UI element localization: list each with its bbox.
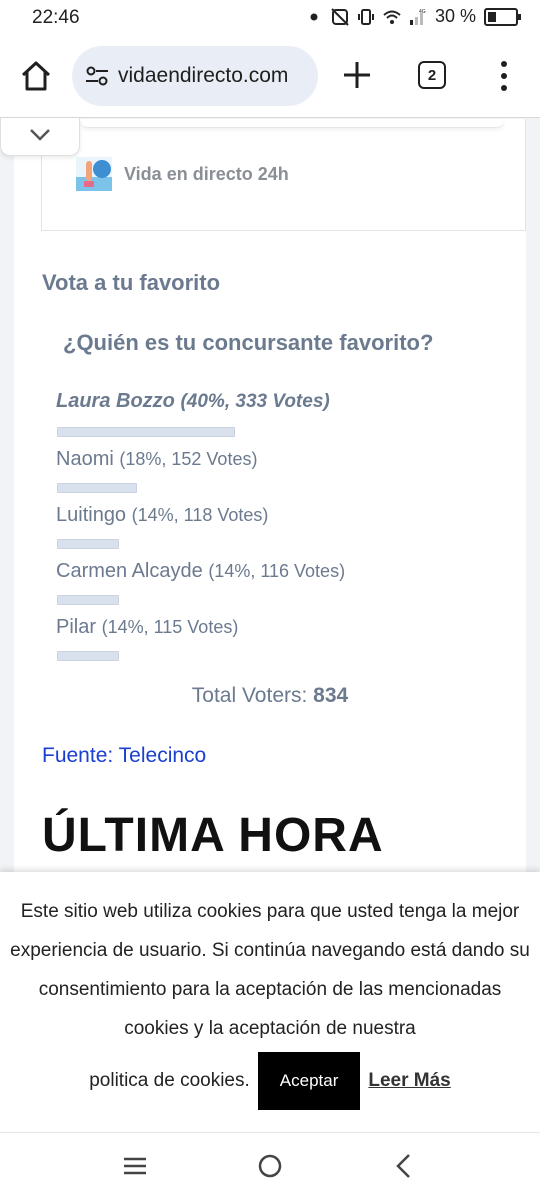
option-votes: (14%, 118 Votes) [131, 505, 269, 525]
option-bar [57, 483, 137, 493]
address-bar[interactable]: vidaendirecto.com [72, 46, 318, 106]
signal-icon: 4G [409, 9, 426, 25]
breaking-news-title: ÚLTIMA HORA [42, 809, 384, 862]
option-votes: (18%, 152 Votes) [119, 449, 258, 469]
cookie-banner: Este sitio web utiliza cookies para que … [0, 872, 540, 1132]
cookie-policy-text: politica de cookies. [89, 1070, 250, 1091]
battery-percent: 30 % [434, 6, 476, 26]
poll-total: Total Voters: 834 [0, 684, 540, 708]
option-bar [57, 651, 119, 661]
poll-question: ¿Quién es tu concursante favorito? [63, 330, 434, 355]
total-value: 834 [313, 684, 349, 707]
cookie-actions: politica de cookies. Aceptar Leer Más [0, 1052, 540, 1110]
option-name: Pilar [56, 616, 97, 638]
new-tab-icon[interactable] [340, 58, 374, 92]
option-name: Carmen Alcayde [56, 560, 203, 582]
system-nav-bar [0, 1132, 540, 1200]
collapse-tab[interactable] [0, 118, 80, 156]
overflow-menu-icon[interactable] [496, 58, 512, 94]
poll-option: Pilar (14%, 115 Votes) [56, 616, 238, 639]
recent-apps-icon[interactable] [122, 1153, 148, 1179]
battery-fill [488, 11, 496, 22]
poll-heading: Vota a tu favorito [42, 270, 221, 295]
status-icons: 4G 30 % [305, 6, 521, 27]
option-votes: (14%, 116 Votes) [208, 561, 346, 581]
chevron-down-icon [30, 129, 50, 141]
home-icon[interactable] [18, 58, 54, 94]
status-bar: 22:46 4G 30 % [0, 0, 540, 36]
site-entry[interactable]: Vida en directo 24h [76, 157, 289, 191]
vibrate-icon [357, 8, 374, 25]
source-link[interactable]: Fuente: Telecinco [42, 744, 206, 768]
accept-cookies-button[interactable]: Aceptar [257, 1052, 361, 1110]
option-bar [57, 427, 235, 437]
site-name: Vida en directo 24h [124, 163, 289, 184]
option-name: Luitingo [56, 504, 127, 526]
home-nav-icon[interactable] [257, 1153, 283, 1179]
poll-option: Laura Bozzo (40%, 333 Votes) [56, 390, 330, 413]
option-votes: (14%, 115 Votes) [101, 617, 239, 637]
poll-option: Carmen Alcayde (14%, 116 Votes) [56, 560, 345, 583]
clock: 22:46 [32, 7, 80, 28]
network-type: 4G [419, 9, 426, 15]
wifi-icon [383, 10, 401, 24]
battery-icon [484, 7, 521, 26]
option-votes: (40%, 333 Votes) [180, 391, 330, 412]
site-logo-icon [76, 157, 112, 191]
widget-card-edge [80, 120, 504, 128]
browser-toolbar: vidaendirecto.com 2 [0, 36, 540, 118]
total-label: Total Voters: [191, 684, 308, 707]
poll-option: Naomi (18%, 152 Votes) [56, 448, 257, 471]
option-bar [57, 539, 119, 549]
poll-option: Luitingo (14%, 118 Votes) [56, 504, 268, 527]
notification-dot-icon [310, 13, 318, 20]
site-settings-icon[interactable] [84, 63, 110, 89]
nfc-off-icon [331, 7, 349, 26]
option-bar [57, 595, 119, 605]
read-more-link[interactable]: Leer Más [368, 1070, 450, 1092]
back-icon[interactable] [394, 1153, 414, 1179]
site-logo [76, 157, 112, 191]
option-name: Laura Bozzo [56, 390, 175, 412]
tab-switcher-button[interactable]: 2 [418, 61, 446, 89]
option-name: Naomi [56, 448, 114, 470]
url-text: vidaendirecto.com [118, 64, 289, 87]
cookie-message: Este sitio web utiliza cookies para que … [10, 901, 530, 1039]
